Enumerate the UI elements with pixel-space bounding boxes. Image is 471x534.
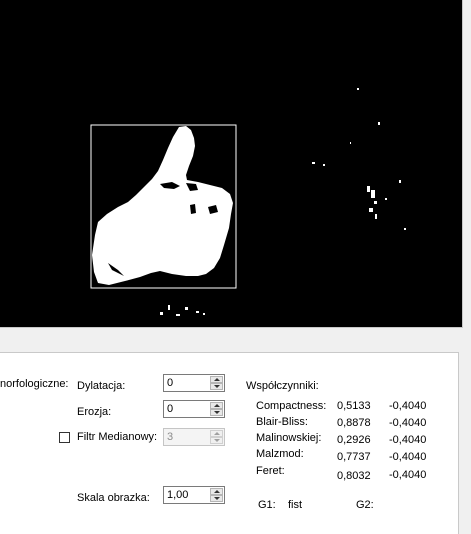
skala-stepper[interactable]: 1,00 bbox=[163, 486, 225, 504]
morph-group-label: norfologiczne: bbox=[0, 378, 69, 390]
coef-value-malinowskiej: 0,2926 bbox=[337, 434, 371, 446]
coef-name-compactness: Compactness: bbox=[256, 400, 327, 412]
skala-label: Skala obrazka: bbox=[77, 492, 150, 504]
coef-diff-compactness: -0,4040 bbox=[389, 400, 427, 412]
erozja-down-button[interactable] bbox=[210, 409, 223, 416]
coef-name-malinowskiej: Malinowskiej: bbox=[256, 432, 322, 444]
skala-up-button[interactable] bbox=[210, 488, 223, 495]
dylatacja-label: Dylatacja: bbox=[77, 380, 126, 392]
g2-label: G2: bbox=[356, 499, 374, 511]
filtr-medianowy-stepper[interactable]: 3 bbox=[163, 428, 225, 446]
coef-name-malzmod: Malzmod: bbox=[256, 448, 304, 460]
filtr-up-button[interactable] bbox=[210, 430, 223, 437]
g1-value: fist bbox=[288, 499, 303, 511]
dylatacja-down-button[interactable] bbox=[210, 383, 223, 390]
image-viewport bbox=[0, 0, 463, 328]
coefficients-title: Współczynniki: bbox=[246, 380, 319, 392]
filtr-medianowy-label: Filtr Medianowy: bbox=[77, 431, 158, 443]
dylatacja-value: 0 bbox=[167, 377, 174, 389]
filtr-medianowy-checkbox[interactable] bbox=[59, 432, 70, 443]
coef-name-blair-bliss: Blair-Bliss: bbox=[256, 416, 308, 428]
hand-blob bbox=[92, 126, 233, 285]
erozja-value: 0 bbox=[167, 403, 174, 415]
segmented-image bbox=[90, 88, 406, 316]
coef-value-blair-bliss: 0,8878 bbox=[337, 417, 371, 429]
coef-value-compactness: 0,5133 bbox=[337, 400, 371, 412]
coef-diff-blair-bliss: -0,4040 bbox=[389, 417, 427, 429]
coef-value-feret: 0,8032 bbox=[337, 470, 371, 482]
skala-down-button[interactable] bbox=[210, 495, 223, 502]
dylatacja-stepper[interactable]: 0 bbox=[163, 374, 225, 392]
coef-name-feret: Feret: bbox=[256, 465, 285, 477]
erozja-label: Erozja: bbox=[77, 406, 112, 418]
skala-value: 1,00 bbox=[167, 489, 189, 501]
erozja-stepper[interactable]: 0 bbox=[163, 400, 225, 418]
coef-diff-malinowskiej: -0,4040 bbox=[389, 434, 427, 446]
coef-diff-feret: -0,4040 bbox=[389, 469, 427, 481]
dylatacja-up-button[interactable] bbox=[210, 376, 223, 383]
erozja-up-button[interactable] bbox=[210, 402, 223, 409]
filtr-down-button[interactable] bbox=[210, 437, 223, 444]
coef-value-malzmod: 0,7737 bbox=[337, 451, 371, 463]
g1-label: G1: bbox=[258, 499, 276, 511]
coef-diff-malzmod: -0,4040 bbox=[389, 451, 427, 463]
filtr-medianowy-value: 3 bbox=[167, 431, 174, 443]
